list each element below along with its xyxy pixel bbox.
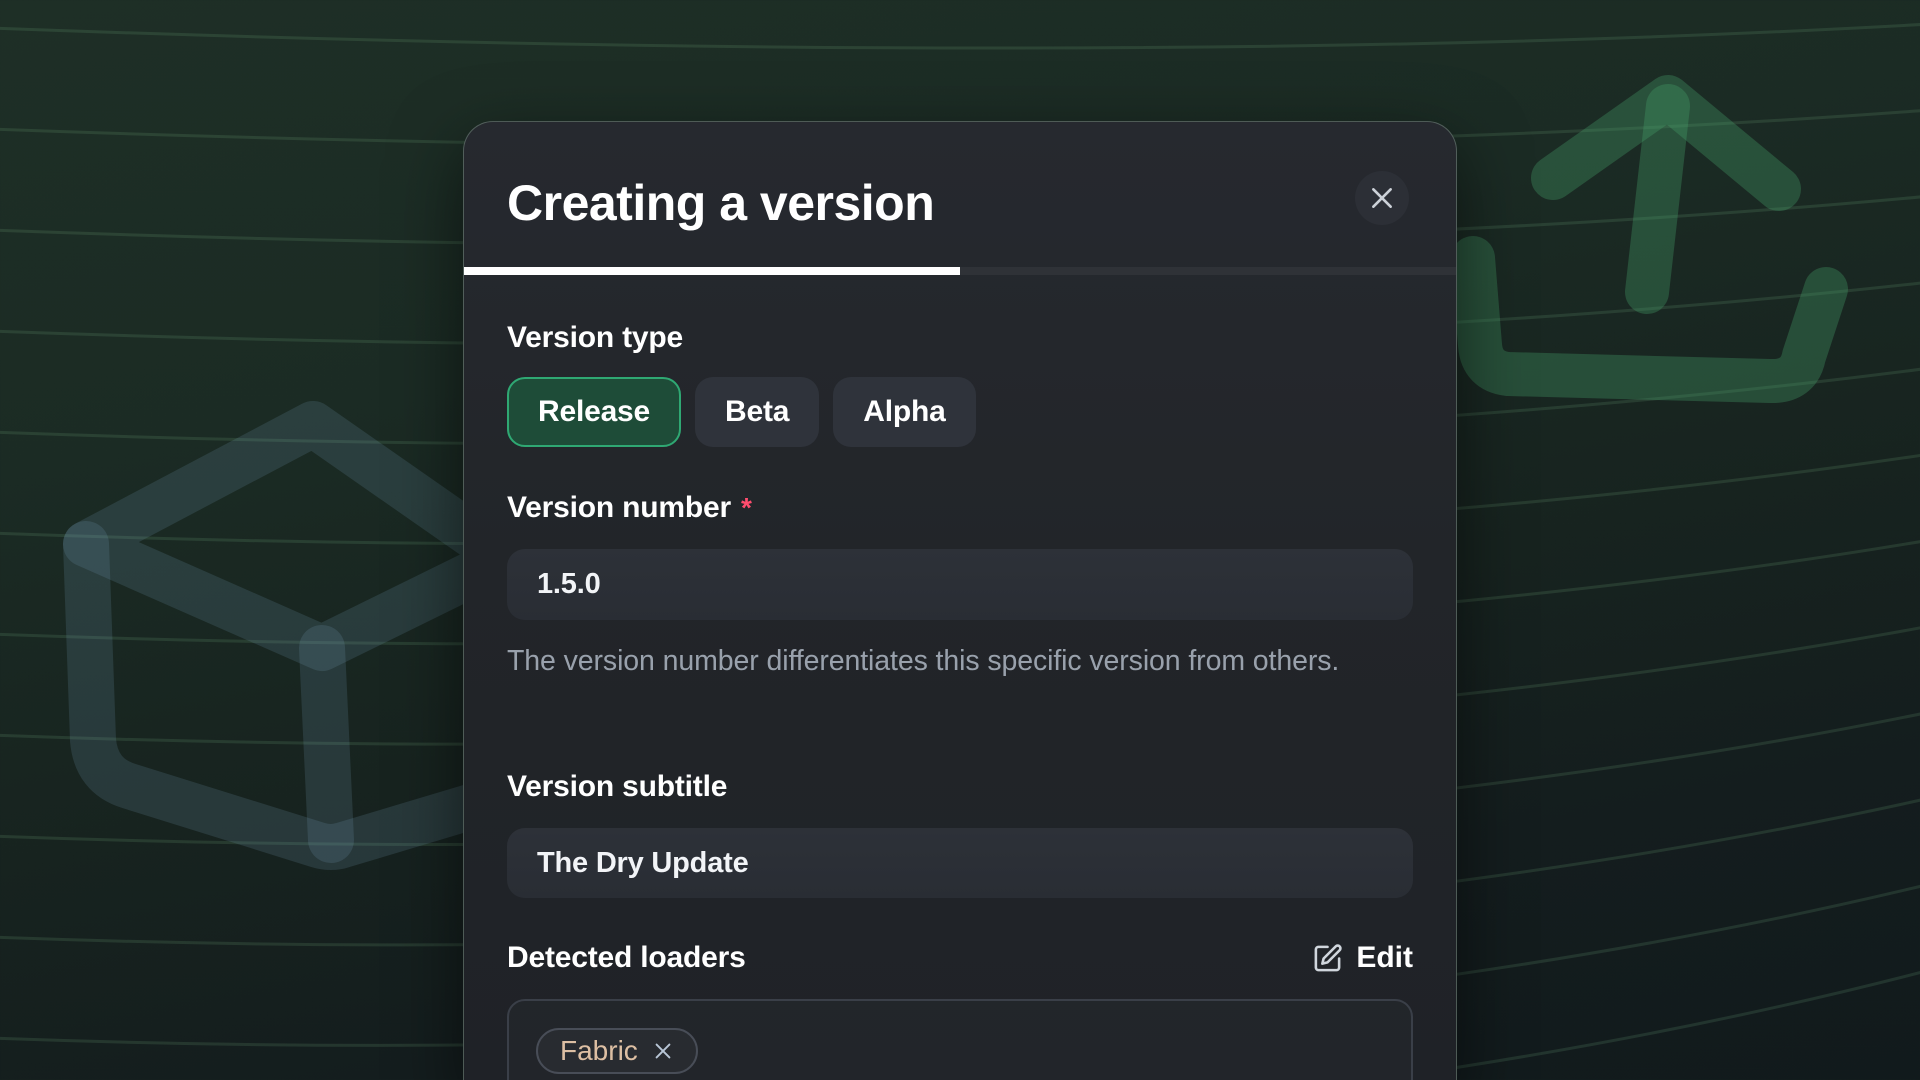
progress-bar xyxy=(464,267,1456,275)
progress-bar-fill xyxy=(464,267,960,275)
version-number-label: Version number* xyxy=(507,488,752,528)
edit-loaders-label: Edit xyxy=(1356,941,1413,975)
version-number-help: The version number differentiates this s… xyxy=(507,639,1372,684)
modal-title: Creating a version xyxy=(507,173,934,233)
upload-arrow-icon xyxy=(1473,97,1826,381)
loader-chip-label: Fabric xyxy=(560,1035,638,1067)
package-cube-icon xyxy=(86,424,512,847)
required-asterisk: * xyxy=(741,492,752,523)
version-type-label: Version type xyxy=(507,318,683,358)
loader-chip-fabric: Fabric xyxy=(536,1028,698,1074)
x-icon xyxy=(1369,185,1395,211)
x-icon xyxy=(652,1040,674,1062)
version-type-options: Release Beta Alpha xyxy=(507,377,976,447)
detected-loaders-row: Detected loaders Edit xyxy=(507,938,1413,978)
version-type-release-button[interactable]: Release xyxy=(507,377,681,447)
version-number-input[interactable] xyxy=(507,549,1413,620)
version-type-beta-button[interactable]: Beta xyxy=(695,377,819,447)
remove-fabric-loader-button[interactable] xyxy=(652,1040,674,1062)
detected-loaders-label: Detected loaders xyxy=(507,938,746,978)
edit-loaders-button[interactable]: Edit xyxy=(1312,941,1413,975)
version-subtitle-input[interactable] xyxy=(507,828,1413,898)
close-button[interactable] xyxy=(1355,171,1409,225)
create-version-modal: Creating a version Version type Release … xyxy=(463,121,1457,1080)
square-pen-icon xyxy=(1312,943,1343,974)
detected-loaders-box: Fabric xyxy=(507,999,1413,1080)
version-type-alpha-button[interactable]: Alpha xyxy=(833,377,975,447)
version-subtitle-label: Version subtitle xyxy=(507,767,727,807)
